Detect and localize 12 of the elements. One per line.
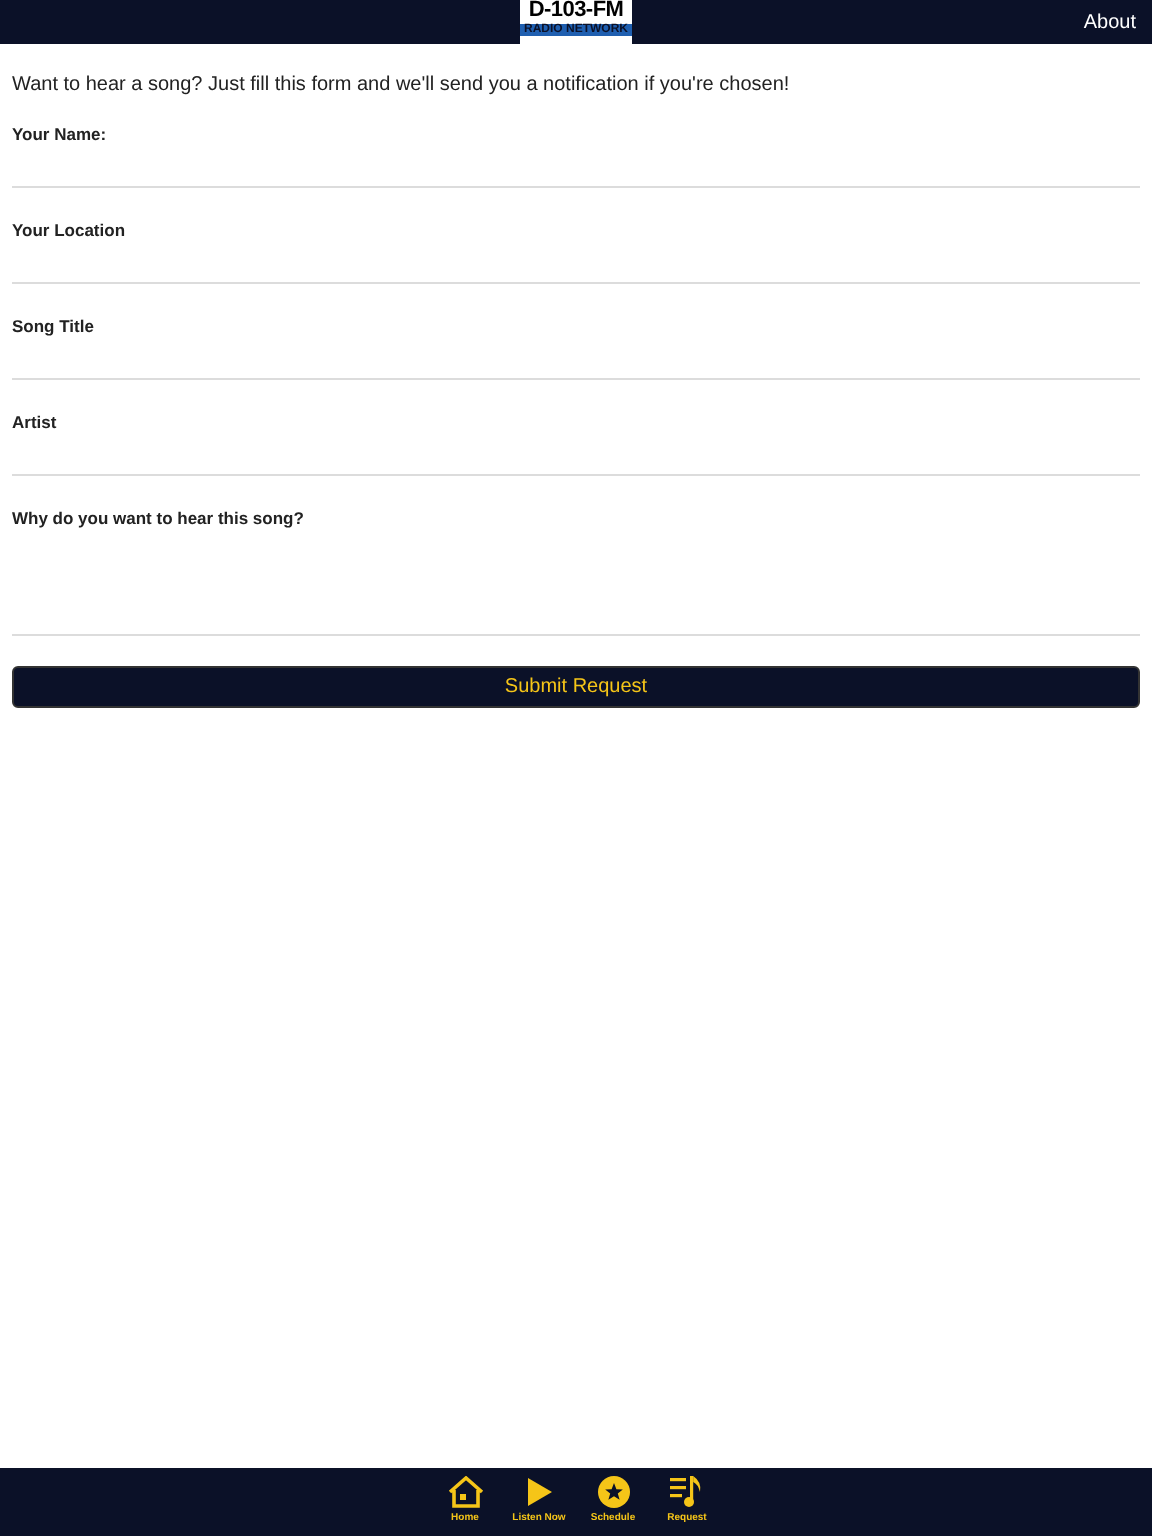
submit-button[interactable]: Submit Request — [12, 666, 1140, 708]
music-list-icon — [670, 1476, 704, 1509]
play-icon — [525, 1476, 553, 1509]
field-label: Your Location — [12, 222, 128, 242]
field-label: Your Name: — [12, 126, 109, 146]
field-label: Artist — [12, 414, 59, 434]
field-label: Why do you want to hear this song? — [12, 510, 306, 530]
field-label: Song Title — [12, 318, 96, 338]
about-button[interactable]: About — [1083, 7, 1136, 37]
intro-text: Want to hear a song? Just fill this form and we'll send you a notification if you're chosen! — [12, 72, 792, 100]
house-icon — [447, 1476, 483, 1509]
logo-title: D-103-FM — [528, 0, 624, 22]
